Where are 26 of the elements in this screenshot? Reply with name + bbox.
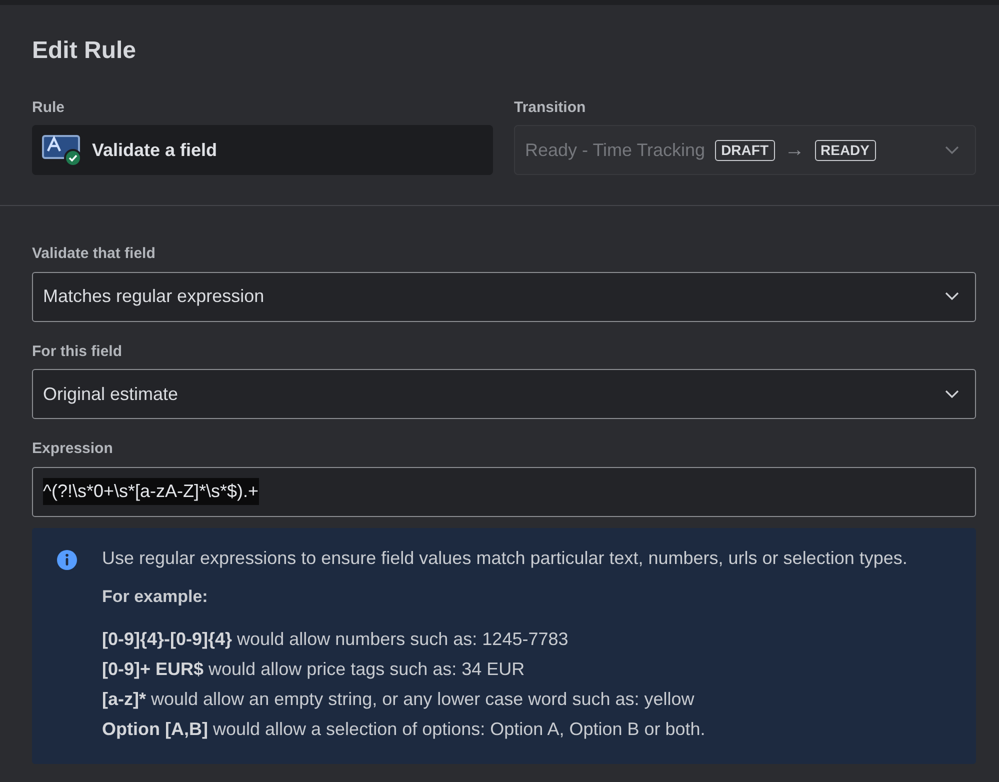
examples-heading: For example:: [102, 586, 209, 608]
info-message: Use regular expressions to ensure field values match particular text, numbers, urls or selection types.: [102, 546, 908, 570]
field-label: For this field: [32, 342, 122, 362]
rule-value: Validate a field: [92, 138, 218, 162]
example-line: [0-9]+ EUR$ would allow price tags such as: 34 EUR: [102, 658, 526, 681]
field-label: Transition: [514, 98, 586, 118]
info-icon: [56, 548, 78, 571]
example-line: Option [A,B] would allow a selection of options: Option A, Option B or both.: [102, 718, 706, 741]
example-line: [0-9]{4}-[0-9]{4} would allow numbers such as: 1245-7783: [102, 628, 570, 651]
chevron-down-icon: [945, 146, 959, 155]
example-line: [a-z]* would allow an empty string, or any lower case word such as: yellow: [102, 688, 696, 711]
field-label: Expression: [32, 439, 113, 460]
expression-input[interactable]: ^(?!\s*0+\s*[a-zA-Z]*\s*$).+: [32, 466, 976, 517]
validate-field-icon: [42, 133, 82, 168]
field-label: Validate that field: [32, 244, 156, 264]
dropdown-select[interactable]: Original estimate: [32, 369, 976, 420]
chevron-down-icon: [945, 390, 959, 399]
transition-value: Ready - Time Tracking: [525, 138, 706, 162]
dropdown-select[interactable]: Matches regular expression: [32, 272, 976, 322]
chevron-down-icon: [945, 292, 959, 302]
arrow-text: →: [784, 138, 804, 164]
status-lozenge: DRAFT: [715, 140, 774, 161]
status-lozenge: READY: [814, 140, 876, 161]
rule-select[interactable]: Validate a field: [32, 125, 493, 176]
field-label: Rule: [32, 98, 65, 118]
dialog-title: Edit Rule: [31, 36, 138, 66]
